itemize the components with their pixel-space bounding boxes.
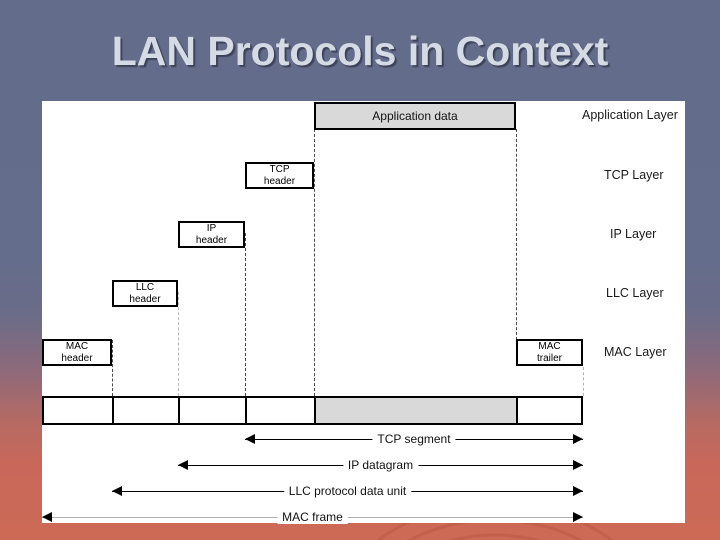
llc-header-line1: LLC: [135, 282, 155, 293]
assembled-frame: [42, 396, 583, 425]
measure-mac-frame: MAC frame: [42, 510, 583, 524]
mac-header-box: MAC header: [42, 339, 112, 366]
measure-label-ip-datagram: IP datagram: [342, 458, 419, 472]
measure-label-mac-frame: MAC frame: [277, 510, 348, 524]
tcp-header-line1: TCP: [269, 164, 290, 175]
ip-header-line1: IP: [206, 223, 217, 234]
guide-line-ip-header: [245, 233, 246, 396]
mac-header-line2: header: [61, 352, 93, 364]
application-data-label: Application data: [372, 109, 458, 123]
layer-label-mac: MAC Layer: [604, 345, 667, 359]
frame-segment-mac-header: [44, 398, 114, 423]
arrow-right-icon: [573, 434, 583, 444]
measure-ip-datagram: IP datagram: [178, 458, 583, 472]
measure-label-tcp-segment: TCP segment: [372, 432, 456, 446]
mac-trailer-line1: MAC: [538, 341, 561, 352]
arrow-left-icon: [112, 486, 122, 496]
arrow-right-icon: [573, 486, 583, 496]
arrow-left-icon: [42, 512, 52, 522]
page-title: LAN Protocols in Context: [111, 28, 609, 74]
frame-segment-ip-header: [180, 398, 247, 423]
llc-header-line2: header: [129, 293, 161, 305]
llc-header-box: LLC header: [112, 280, 178, 307]
guide-line-llc-header: [178, 292, 179, 396]
layer-label-application: Application Layer: [582, 108, 678, 122]
tcp-header-box: TCP header: [245, 162, 314, 189]
measure-llc-pdu: LLC protocol data unit: [112, 484, 583, 498]
arrow-right-icon: [573, 460, 583, 470]
guide-line-mac-trailer: [583, 367, 584, 396]
mac-header-line1: MAC: [65, 341, 89, 352]
diagram-panel: Application data TCP header IP header LL…: [42, 101, 685, 524]
layer-label-tcp: TCP Layer: [604, 168, 664, 182]
tcp-header-line2: header: [263, 175, 296, 187]
guide-line-data-right: [516, 129, 517, 340]
slide-canvas: LAN Protocols in Context Application dat…: [0, 0, 720, 540]
arrow-left-icon: [245, 434, 255, 444]
guide-line-data-left: [314, 129, 315, 396]
guide-line-mac-header: [112, 340, 113, 396]
layer-label-llc: LLC Layer: [606, 286, 664, 300]
measure-label-llc-pdu: LLC protocol data unit: [283, 484, 412, 498]
frame-segment-tcp-header: [247, 398, 316, 423]
arrow-left-icon: [178, 460, 188, 470]
mac-trailer-line2: trailer: [536, 352, 562, 364]
frame-segment-mac-trailer: [518, 398, 581, 423]
frame-segment-application-data: [316, 398, 518, 423]
application-data-box: Application data: [314, 102, 516, 130]
mac-trailer-box: MAC trailer: [516, 339, 583, 366]
ip-header-box: IP header: [178, 221, 245, 248]
measure-tcp-segment: TCP segment: [245, 432, 583, 446]
frame-segment-llc-header: [114, 398, 180, 423]
arrow-right-icon: [573, 512, 583, 522]
layer-label-ip: IP Layer: [610, 227, 657, 241]
ip-header-line2: header: [195, 234, 228, 246]
